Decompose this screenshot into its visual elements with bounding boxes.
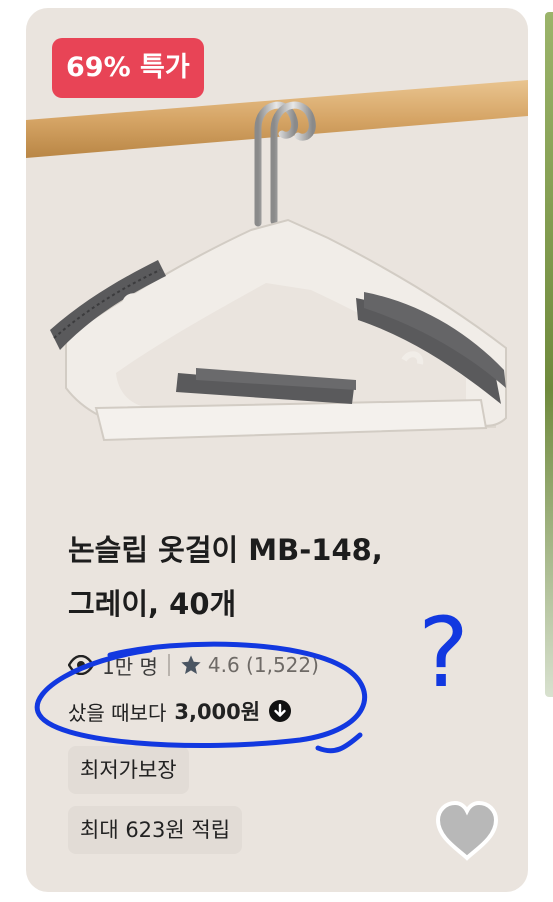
price-compare-amount: 3,000원 [174, 700, 261, 724]
price-compare-label: 샀을 때보다 [68, 700, 167, 725]
discount-badge: 69% 특가 [52, 38, 204, 98]
product-title-line-1: 논슬립 옷걸이 MB-148, [68, 533, 383, 567]
heart-icon[interactable] [434, 800, 500, 862]
star-icon [181, 655, 201, 674]
rating-text: 4.6 (1,522) [207, 653, 319, 677]
lowest-price-tag: 최저가보장 [68, 746, 189, 794]
points-tag: 최대 623원 적립 [68, 806, 243, 854]
stats-row: 1만 명 4.6 (1,522) [68, 649, 319, 681]
eye-icon [68, 655, 94, 675]
view-count: 1만 명 [102, 654, 158, 679]
next-card-edge[interactable] [545, 12, 553, 697]
arrow-down-circle-icon[interactable] [268, 699, 292, 723]
product-title[interactable]: 논슬립 옷걸이 MB-148, 그레이, 40개 [68, 523, 508, 631]
product-card[interactable]: 69% 특가 논슬립 옷걸이 MB-148, 그레이, 40개 1만 명 4.6… [26, 8, 528, 892]
price-compare[interactable]: 샀을 때보다 3,000원 [68, 692, 292, 730]
divider [167, 654, 170, 676]
product-title-line-2: 그레이, 40개 [68, 587, 237, 621]
